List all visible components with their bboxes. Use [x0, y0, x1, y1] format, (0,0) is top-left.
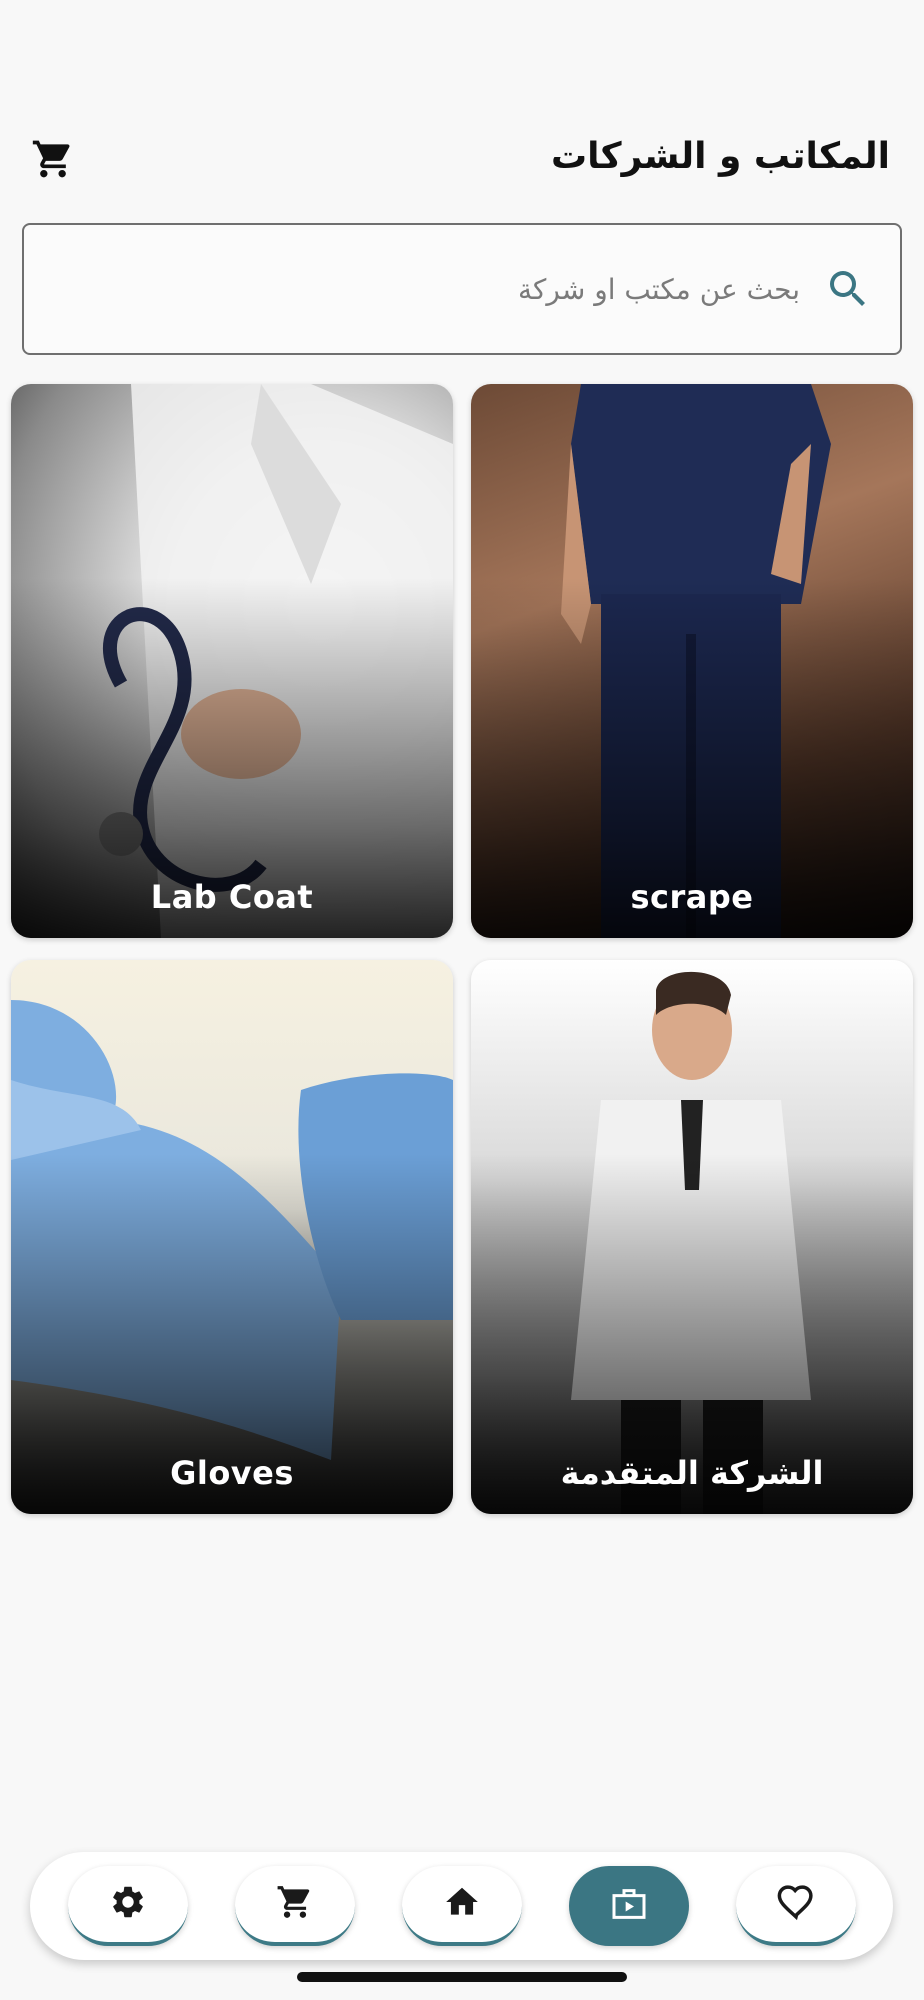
cart-icon[interactable]	[28, 134, 78, 184]
bottom-navigation	[30, 1852, 893, 1960]
home-icon	[443, 1883, 481, 1925]
nav-cart[interactable]	[235, 1866, 355, 1946]
category-grid: Lab Coat scrape Gloves الشركة المتقدمة	[11, 384, 914, 1514]
category-card-scrape[interactable]: scrape	[471, 384, 913, 938]
screen: المكاتب و الشركات Lab Coat	[0, 0, 924, 2000]
search-box[interactable]	[22, 223, 902, 355]
card-label: Gloves	[170, 1454, 294, 1492]
category-card-advanced-company[interactable]: الشركة المتقدمة	[471, 960, 913, 1514]
cart-icon	[276, 1883, 314, 1925]
nav-store[interactable]	[569, 1866, 689, 1946]
page-title: المكاتب و الشركات	[550, 136, 890, 177]
category-card-lab-coat[interactable]: Lab Coat	[11, 384, 453, 938]
card-label: الشركة المتقدمة	[560, 1454, 824, 1492]
card-label: scrape	[630, 878, 754, 916]
gear-icon	[109, 1883, 147, 1925]
store-icon	[609, 1884, 649, 1928]
heart-icon	[775, 1881, 817, 1927]
nav-settings[interactable]	[68, 1866, 188, 1946]
header: المكاتب و الشركات	[0, 120, 924, 200]
nav-home[interactable]	[402, 1866, 522, 1946]
category-card-gloves[interactable]: Gloves	[11, 960, 453, 1514]
search-icon[interactable]	[824, 265, 872, 313]
card-label: Lab Coat	[150, 878, 314, 916]
home-indicator	[297, 1972, 627, 1982]
nav-favorites[interactable]	[736, 1866, 856, 1946]
search-input[interactable]	[60, 225, 800, 353]
